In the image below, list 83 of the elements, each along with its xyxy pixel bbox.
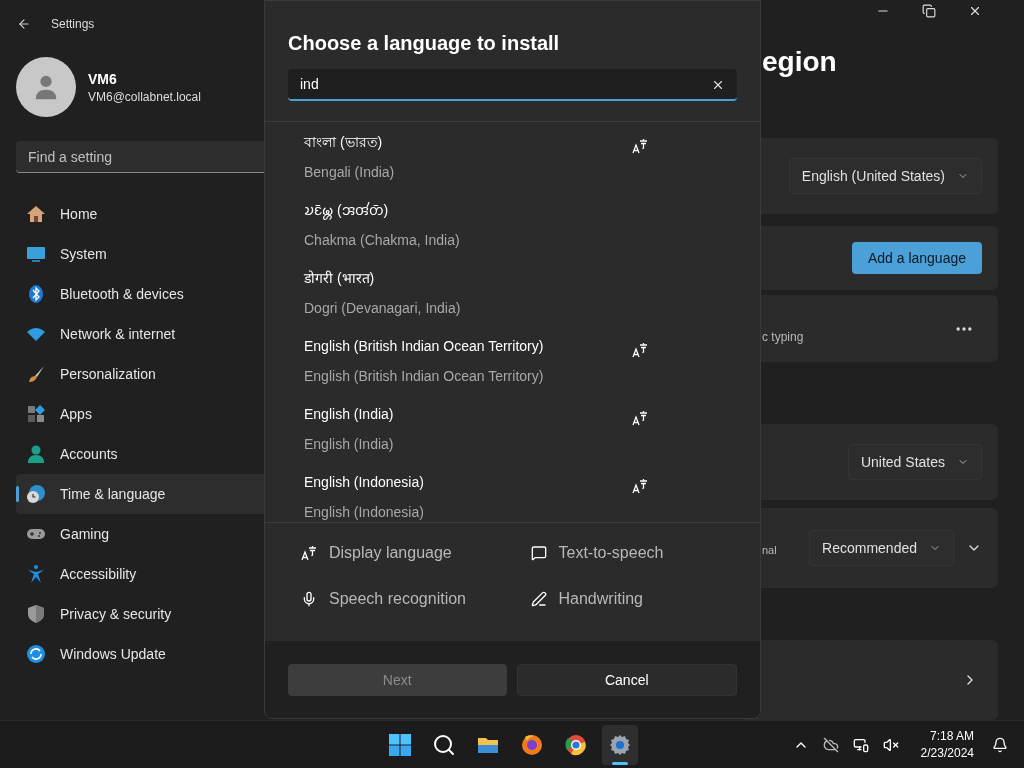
display-language-icon — [632, 478, 648, 494]
search-field[interactable]: Find a setting — [16, 141, 264, 173]
sidebar-item[interactable]: Apps — [16, 394, 264, 434]
sync-icon — [26, 644, 46, 664]
language-item[interactable]: English (Indonesia) English (Indonesia) — [265, 462, 760, 522]
dialog-title: Choose a language to install — [288, 31, 561, 56]
avatar — [16, 57, 76, 117]
language-english-name: Bengali (India) — [304, 163, 396, 182]
user-name: VM6 — [88, 70, 118, 89]
feature-label: Handwriting — [558, 589, 643, 609]
sidebar-item[interactable]: Accessibility — [16, 554, 264, 594]
network-icon[interactable] — [852, 736, 869, 753]
language-english-name: English (India) — [304, 435, 395, 454]
volume-muted-icon[interactable] — [882, 736, 899, 753]
microphone-icon — [301, 591, 317, 607]
clock-globe-icon — [26, 484, 46, 504]
restore-icon[interactable] — [922, 4, 936, 18]
language-native-name: 𑄌𑄋𑄴𑄟𑄳𑄦 (𑄞𑄢𑄧𑄖𑄴) — [304, 201, 390, 220]
chrome-icon — [564, 732, 588, 757]
close-icon[interactable] — [968, 4, 982, 18]
selection-indicator — [16, 486, 19, 502]
sidebar-item[interactable]: System — [16, 234, 264, 274]
setting-description: nal — [762, 542, 777, 558]
language-item[interactable]: বাংলা (ভারত) Bengali (India) — [265, 122, 760, 190]
monitor-icon — [26, 244, 46, 264]
language-item[interactable]: 𑄌𑄋𑄴𑄟𑄳𑄦 (𑄞𑄢𑄧𑄖𑄴) Chakma (Chakma, India) — [265, 190, 760, 258]
house-icon — [26, 204, 46, 224]
display-language-icon — [301, 545, 317, 561]
clear-icon[interactable] — [711, 78, 725, 92]
language-item[interactable]: English (India) English (India) — [265, 394, 760, 462]
page-title: egion — [761, 48, 838, 76]
cancel-button[interactable]: Cancel — [516, 663, 737, 696]
speech-monitor-icon — [530, 545, 547, 561]
setting-description: c typing — [762, 328, 804, 345]
sidebar-item[interactable]: Personalization — [16, 354, 264, 394]
display-language-icon — [632, 138, 648, 154]
sidebar-item[interactable]: Accounts — [16, 434, 264, 474]
person-icon — [26, 444, 46, 464]
language-native-name: English (India) — [304, 405, 395, 424]
shield-icon — [26, 604, 46, 624]
sidebar-item[interactable]: Privacy & security — [16, 594, 264, 634]
cloud-off-icon[interactable] — [822, 736, 839, 753]
display-language-icon — [632, 342, 648, 358]
sidebar-item[interactable]: Time & language — [16, 474, 264, 514]
feature-label: Text-to-speech — [558, 543, 664, 563]
window-title: Settings — [51, 16, 95, 32]
language-english-name: Chakma (Chakma, India) — [304, 231, 461, 250]
firefox-icon — [520, 732, 544, 757]
language-native-name: English (Indonesia) — [304, 473, 425, 492]
dropdown[interactable]: English (United States) — [788, 158, 982, 194]
gear-icon — [608, 732, 632, 757]
accessibility-icon — [26, 564, 46, 584]
dropdown[interactable]: United States — [847, 444, 982, 480]
add-language-button[interactable]: Add a language — [851, 242, 982, 274]
back-icon[interactable] — [17, 17, 31, 31]
pen-icon — [530, 591, 547, 607]
running-indicator — [612, 761, 628, 765]
bluetooth-icon — [26, 284, 46, 304]
sidebar-item[interactable]: Network & internet — [16, 314, 264, 354]
sidebar-item[interactable]: Bluetooth & devices — [16, 274, 264, 314]
taskbar-app[interactable] — [602, 724, 638, 765]
apps-icon — [26, 404, 46, 424]
sidebar-item[interactable]: Windows Update — [16, 634, 264, 674]
display-language-icon — [632, 410, 648, 426]
notifications-icon[interactable] — [992, 736, 1008, 753]
search-field[interactable]: ind — [288, 69, 737, 101]
sidebar-item[interactable]: Home — [16, 194, 264, 234]
sidebar-item[interactable]: Gaming — [16, 514, 264, 554]
windows-logo-icon[interactable] — [388, 732, 412, 757]
feature-label: Speech recognition — [329, 589, 466, 609]
search-icon[interactable] — [432, 732, 456, 757]
language-english-name: Dogri (Devanagari, India) — [304, 299, 462, 318]
language-english-name: English (British Indian Ocean Territory) — [304, 367, 545, 386]
feature-label: Display language — [329, 543, 452, 563]
dropdown[interactable]: Recommended — [809, 530, 954, 566]
language-native-name: डोगरी (भारत) — [304, 269, 376, 288]
language-item[interactable]: English (British Indian Ocean Territory) English (British Indian Ocean Territory) — [265, 326, 760, 394]
clock[interactable]: 7:18 AM 2/23/2024 — [920, 727, 974, 762]
language-native-name: বাংলা (ভারত) — [304, 133, 384, 152]
user-email: VM6@collabnet.local — [88, 89, 201, 105]
language-item[interactable]: डोगरी (भारत) Dogri (Devanagari, India) — [265, 258, 760, 326]
language-english-name: English (Indonesia) — [304, 503, 425, 522]
language-native-name: English (British Indian Ocean Territory) — [304, 337, 545, 356]
